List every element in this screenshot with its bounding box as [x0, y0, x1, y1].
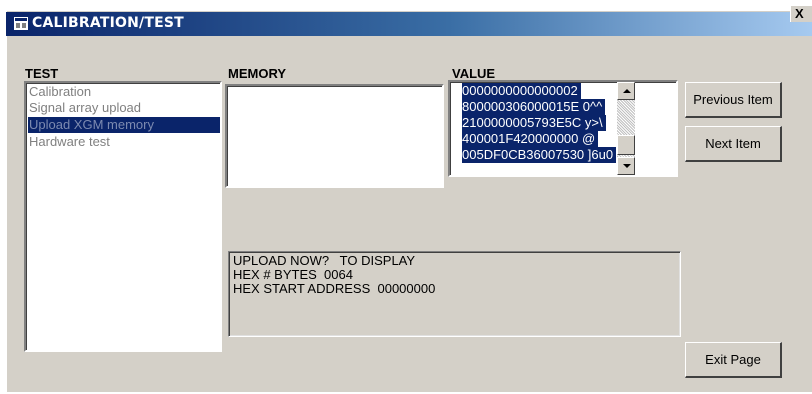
value-line-5[interactable]: 005DF0CB36007530 ]6u0	[462, 147, 617, 163]
exit-page-button[interactable]: Exit Page	[685, 342, 782, 378]
value-line-2[interactable]: 800000306000015E 0^^	[462, 99, 606, 115]
test-item-calibration[interactable]: Calibration	[28, 84, 91, 100]
arrow-down-icon	[623, 164, 631, 168]
status-box: UPLOAD NOW? TO DISPLAY HEX # BYTES 0064 …	[228, 251, 681, 337]
status-line-3: HEX START ADDRESS 00000000	[233, 281, 436, 296]
value-line-4[interactable]: 400001F420000000 @	[462, 131, 599, 147]
value-line-1[interactable]: 0000000000000002	[462, 83, 581, 99]
title-bar[interactable]: CALIBRATION/TEST	[6, 12, 812, 36]
value-line-3[interactable]: 2100000005793E5C y>\	[462, 115, 606, 131]
memory-label: MEMORY	[228, 66, 287, 81]
scroll-down-button[interactable]	[617, 157, 635, 175]
previous-item-button[interactable]: Previous Item	[685, 82, 782, 118]
scroll-up-button[interactable]	[617, 82, 635, 100]
close-icon: X	[795, 6, 804, 21]
value-scrollbar[interactable]	[617, 82, 635, 175]
status-line-2: HEX # BYTES 0064	[233, 267, 353, 282]
value-list[interactable]: 0000000000000002 800000306000015E 0^^ 21…	[448, 80, 678, 177]
test-list[interactable]: Calibration Signal array upload Upload X…	[24, 81, 222, 352]
arrow-up-icon	[623, 89, 631, 93]
test-item-upload-xgm-memory[interactable]: Upload XGM memory	[28, 117, 220, 133]
test-item-hardware-test[interactable]: Hardware test	[28, 134, 110, 150]
memory-box[interactable]	[225, 84, 444, 188]
window-icon	[14, 17, 28, 30]
status-line-1: UPLOAD NOW? TO DISPLAY	[233, 253, 416, 268]
next-item-button[interactable]: Next Item	[685, 126, 782, 162]
window-title: CALIBRATION/TEST	[32, 15, 184, 31]
value-label: VALUE	[452, 66, 496, 81]
scroll-thumb[interactable]	[617, 135, 635, 155]
test-item-signal-array-upload[interactable]: Signal array upload	[28, 100, 141, 116]
test-label: TEST	[25, 66, 59, 81]
close-button[interactable]: X	[790, 5, 812, 22]
